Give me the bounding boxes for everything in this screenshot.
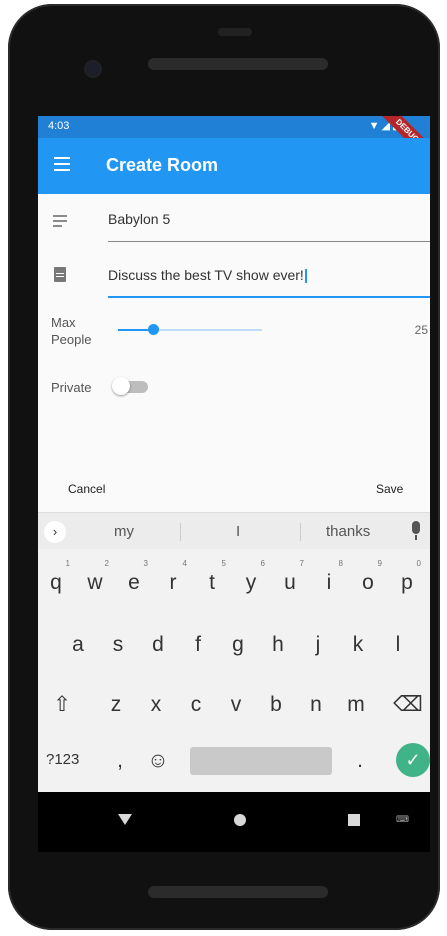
key-p[interactable]: p0: [387, 559, 427, 603]
home-icon[interactable]: [234, 814, 246, 826]
suggestion-2[interactable]: I: [236, 523, 240, 540]
cancel-button[interactable]: Cancel: [68, 482, 105, 496]
key-b[interactable]: b: [256, 685, 296, 725]
enter-check-icon[interactable]: ✓: [396, 743, 430, 777]
key-w[interactable]: w2: [75, 559, 115, 603]
key-s[interactable]: s: [98, 625, 138, 665]
app-bar: Create Room: [38, 138, 430, 194]
max-people-slider-thumb[interactable]: [148, 324, 159, 335]
key-v[interactable]: v: [216, 685, 256, 725]
key-r[interactable]: r4: [153, 559, 193, 603]
private-toggle-thumb[interactable]: [112, 377, 130, 395]
key-y[interactable]: y6: [231, 559, 271, 603]
bottom-speaker: [148, 886, 328, 898]
key-g[interactable]: g: [218, 625, 258, 665]
key-comma[interactable]: ,: [100, 741, 140, 781]
description-underline: [108, 296, 430, 298]
key-n[interactable]: n: [296, 685, 336, 725]
suggestion-strip: › my I thanks: [38, 513, 430, 549]
suggestion-1[interactable]: my: [114, 523, 134, 540]
key-t[interactable]: t5: [192, 559, 232, 603]
key-h[interactable]: h: [258, 625, 298, 665]
symbols-key[interactable]: ?123: [46, 751, 79, 768]
subject-icon: [53, 215, 67, 230]
max-people-label-line1: Max: [51, 315, 76, 330]
suggestion-3[interactable]: thanks: [326, 523, 370, 540]
key-i[interactable]: i8: [309, 559, 349, 603]
soft-keyboard: › my I thanks q1 w2 e3 r4 t5 y6 u7 i8 o9…: [38, 512, 430, 793]
menu-icon[interactable]: [54, 157, 70, 171]
front-camera: [86, 62, 100, 76]
mic-icon[interactable]: [412, 521, 420, 540]
description-field[interactable]: Discuss the best TV show ever!: [108, 267, 430, 284]
room-name-underline: [108, 241, 430, 242]
key-x[interactable]: x: [136, 685, 176, 725]
divider: [300, 523, 301, 541]
key-k[interactable]: k: [338, 625, 378, 665]
max-people-label-line2: People: [51, 332, 92, 347]
divider: [180, 523, 181, 541]
document-icon: [54, 267, 66, 282]
room-name-field[interactable]: Babylon 5: [108, 211, 430, 227]
key-z[interactable]: z: [96, 685, 136, 725]
backspace-icon[interactable]: ⌫: [388, 685, 428, 725]
emoji-icon[interactable]: ☺: [138, 741, 178, 781]
key-j[interactable]: j: [298, 625, 338, 665]
status-time: 4:03: [48, 120, 70, 132]
keyboard-switch-icon[interactable]: ⌨: [396, 814, 409, 825]
text-cursor: [304, 269, 307, 284]
chevron-right-icon[interactable]: ›: [44, 521, 66, 543]
screen: 4:03 ▼◢▮ DEBUG Create Room Babylon 5 Dis…: [38, 116, 430, 852]
space-key[interactable]: [190, 747, 332, 775]
key-q[interactable]: q1: [38, 559, 76, 603]
key-f[interactable]: f: [178, 625, 218, 665]
description-text: Discuss the best TV show ever!: [108, 267, 304, 283]
page-title: Create Room: [106, 155, 219, 175]
back-icon[interactable]: [118, 814, 132, 825]
earpiece: [218, 28, 252, 36]
phone-frame: 4:03 ▼◢▮ DEBUG Create Room Babylon 5 Dis…: [8, 4, 440, 930]
key-o[interactable]: o9: [348, 559, 388, 603]
key-d[interactable]: d: [138, 625, 178, 665]
key-c[interactable]: c: [176, 685, 216, 725]
key-a[interactable]: a: [58, 625, 98, 665]
shift-icon[interactable]: ⇧: [42, 685, 82, 725]
max-people-value: 25: [414, 323, 428, 337]
recents-icon[interactable]: [348, 814, 360, 826]
key-u[interactable]: u7: [270, 559, 310, 603]
key-l[interactable]: l: [378, 625, 418, 665]
save-button[interactable]: Save: [376, 482, 403, 496]
key-e[interactable]: e3: [114, 559, 154, 603]
nav-bar: ⌨: [38, 792, 430, 852]
key-period[interactable]: .: [340, 741, 380, 781]
status-bar: 4:03 ▼◢▮ DEBUG: [38, 116, 430, 168]
top-speaker: [148, 58, 328, 70]
private-label: Private: [51, 380, 92, 395]
key-m[interactable]: m: [336, 685, 376, 725]
max-people-label: Max People: [51, 314, 91, 348]
